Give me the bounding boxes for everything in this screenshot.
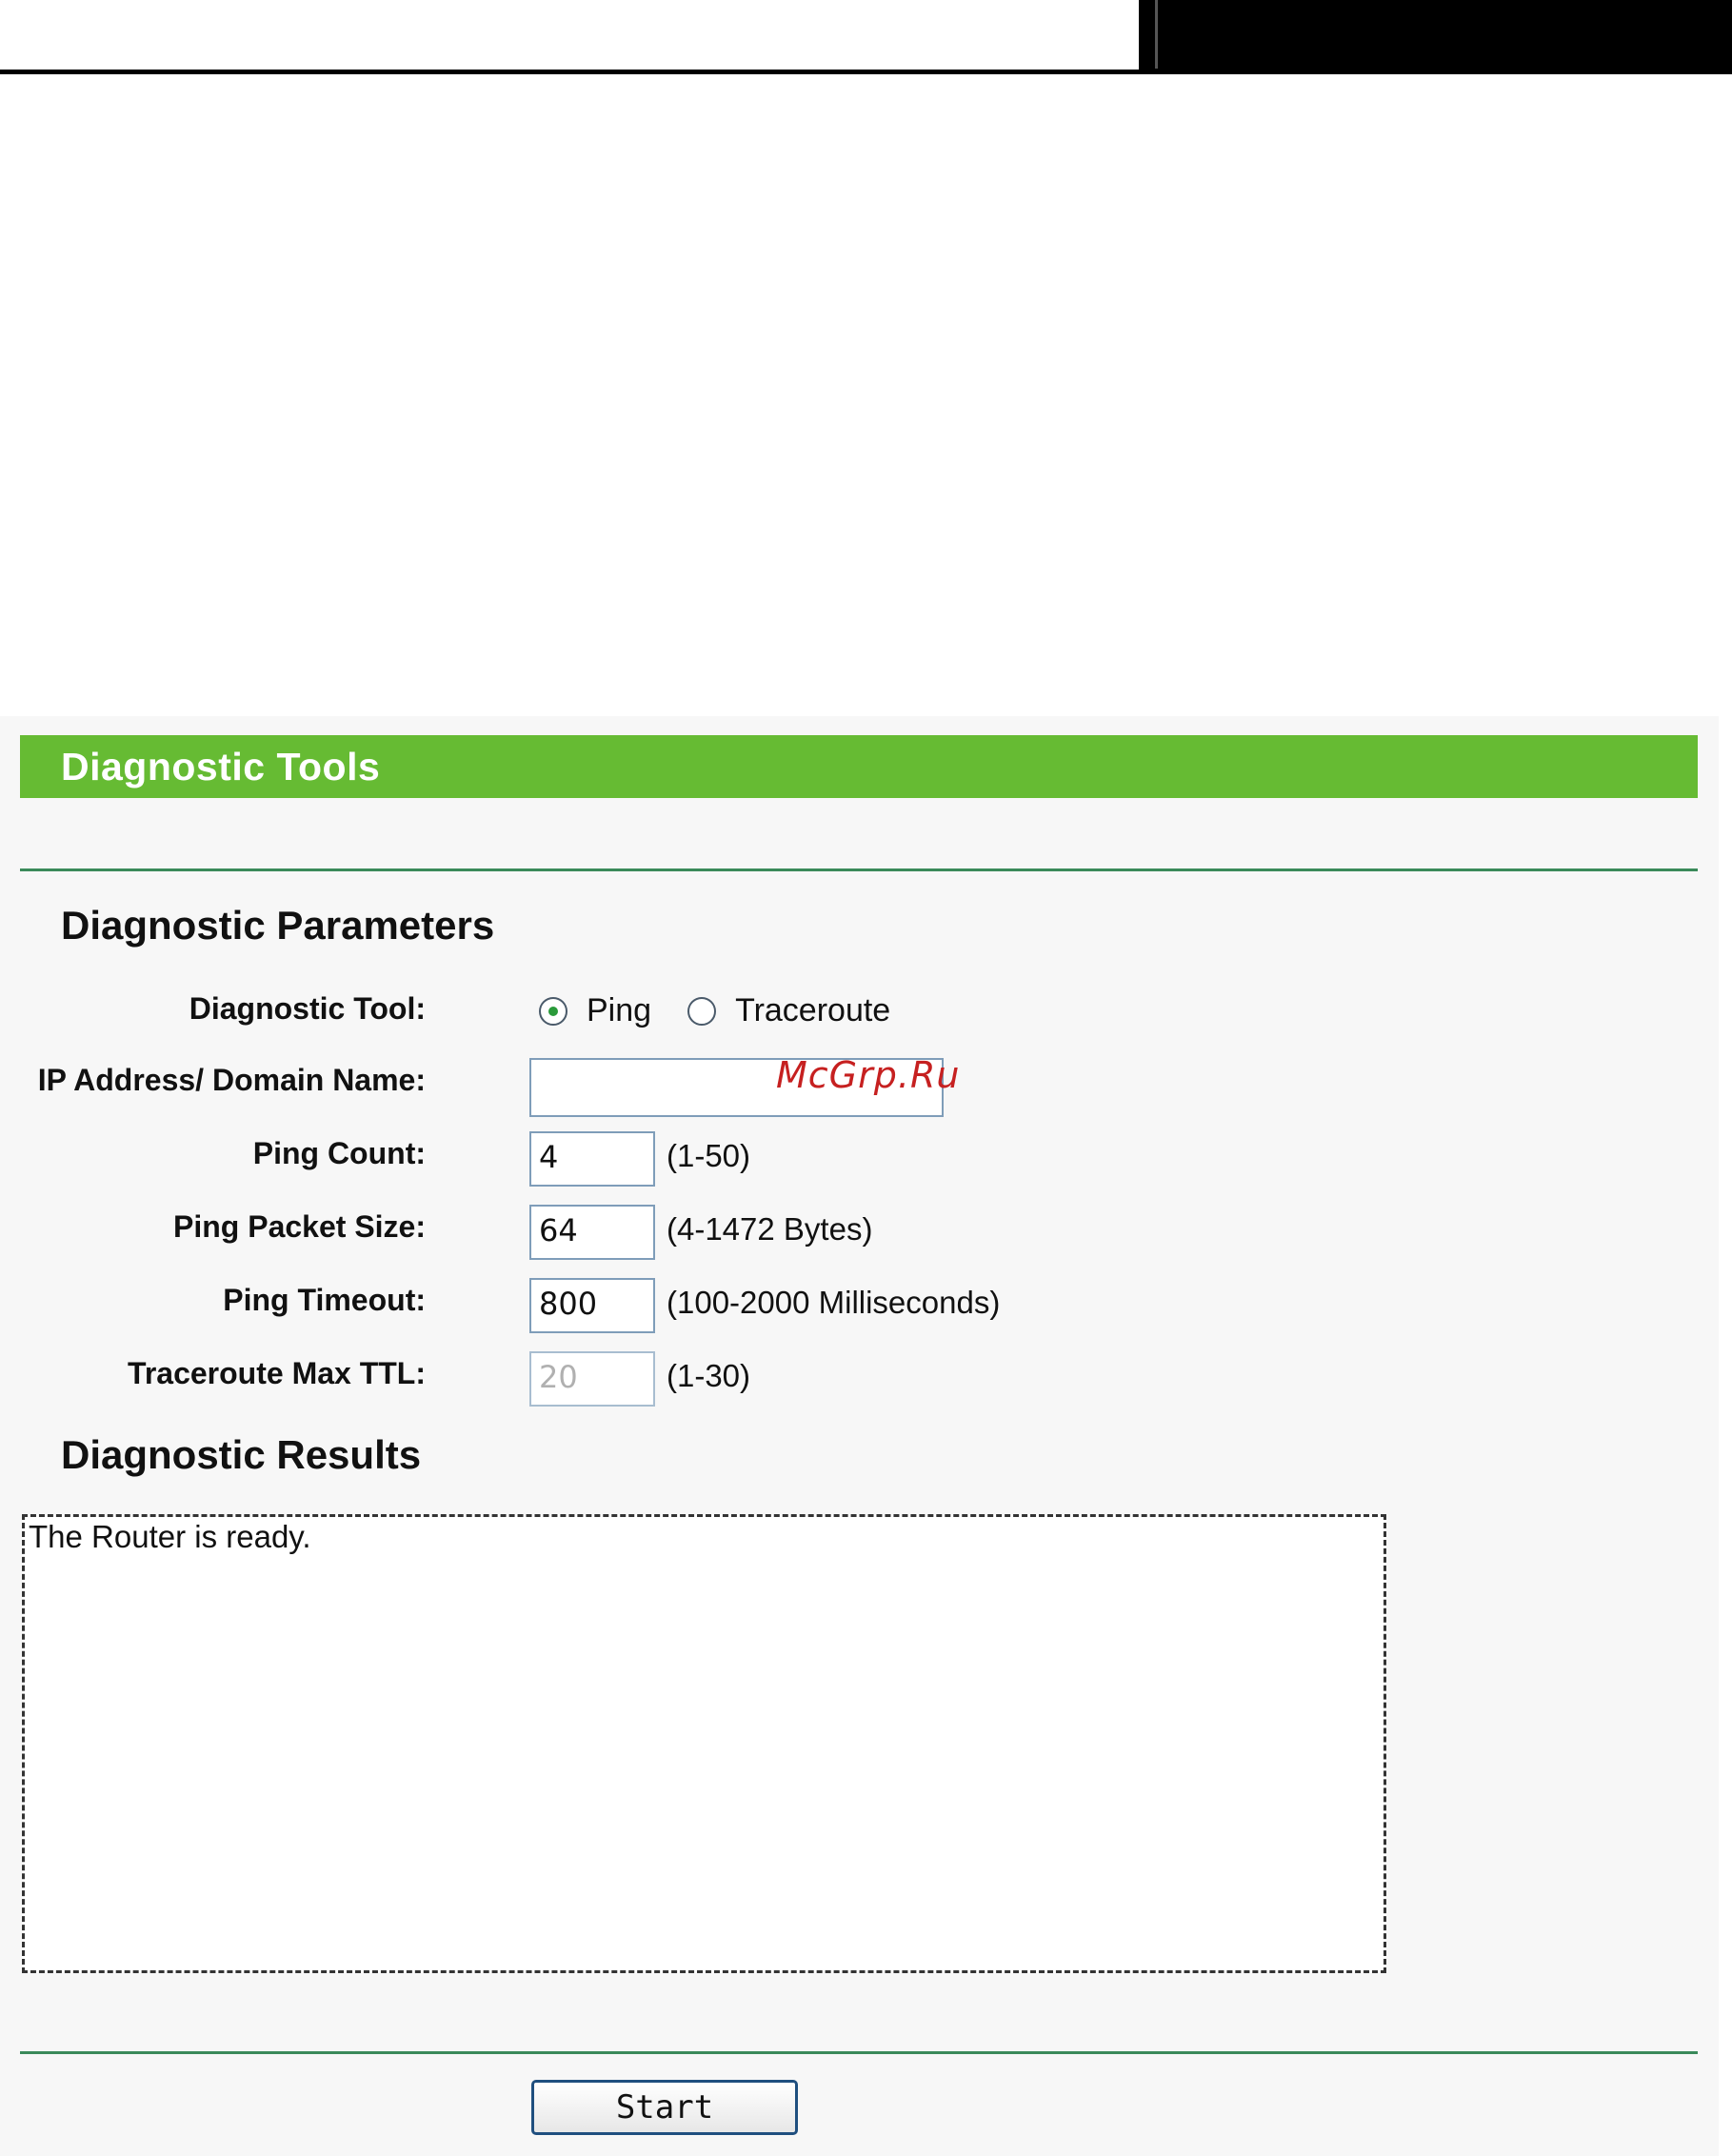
- page-title: Diagnostic Tools: [61, 745, 381, 789]
- ping-timeout-hint: (100-2000 Milliseconds): [667, 1285, 1001, 1320]
- ping-radio[interactable]: [539, 996, 567, 1026]
- diagnostic-tools-panel: Diagnostic Tools Diagnostic Parameters D…: [0, 716, 1719, 2156]
- document-header-block: [1139, 0, 1732, 74]
- ping-timeout-label: Ping Timeout:: [223, 1283, 426, 1317]
- traceroute-max-ttl-input: 20: [529, 1351, 655, 1407]
- top-divider: [20, 868, 1698, 871]
- results-heading: Diagnostic Results: [61, 1432, 422, 1477]
- document-header-rule: [0, 70, 1139, 74]
- ping-packet-size-input[interactable]: 64: [529, 1205, 655, 1260]
- diagnostic-tool-radio-group: Ping Traceroute: [539, 992, 926, 1029]
- traceroute-radio-label[interactable]: Traceroute: [735, 992, 890, 1029]
- diagnostic-tool-label: Diagnostic Tool:: [189, 991, 426, 1026]
- ping-count-label: Ping Count:: [252, 1136, 426, 1170]
- bottom-divider: [20, 2051, 1698, 2054]
- ping-packet-size-hint: (4-1472 Bytes): [667, 1211, 873, 1247]
- ping-count-hint: (1-50): [667, 1138, 751, 1173]
- watermark: McGrp.Ru: [776, 1054, 961, 1096]
- ping-packet-size-label: Ping Packet Size:: [173, 1209, 426, 1244]
- ip-address-label: IP Address/ Domain Name:: [37, 1063, 426, 1097]
- traceroute-max-ttl-label: Traceroute Max TTL:: [128, 1356, 426, 1390]
- ping-radio-label[interactable]: Ping: [587, 992, 651, 1029]
- page-title-bar: Diagnostic Tools: [20, 735, 1698, 798]
- document-header-tick: [1155, 0, 1158, 69]
- ping-timeout-input[interactable]: 800: [529, 1278, 655, 1333]
- start-button[interactable]: Start: [531, 2080, 798, 2135]
- traceroute-radio[interactable]: [687, 996, 717, 1026]
- diagnostic-results-area[interactable]: The Router is ready.: [22, 1514, 1386, 1973]
- ping-count-input[interactable]: 4: [529, 1131, 655, 1187]
- parameters-heading: Diagnostic Parameters: [61, 903, 495, 948]
- traceroute-max-ttl-hint: (1-30): [667, 1358, 751, 1393]
- results-text: The Router is ready.: [29, 1519, 311, 1554]
